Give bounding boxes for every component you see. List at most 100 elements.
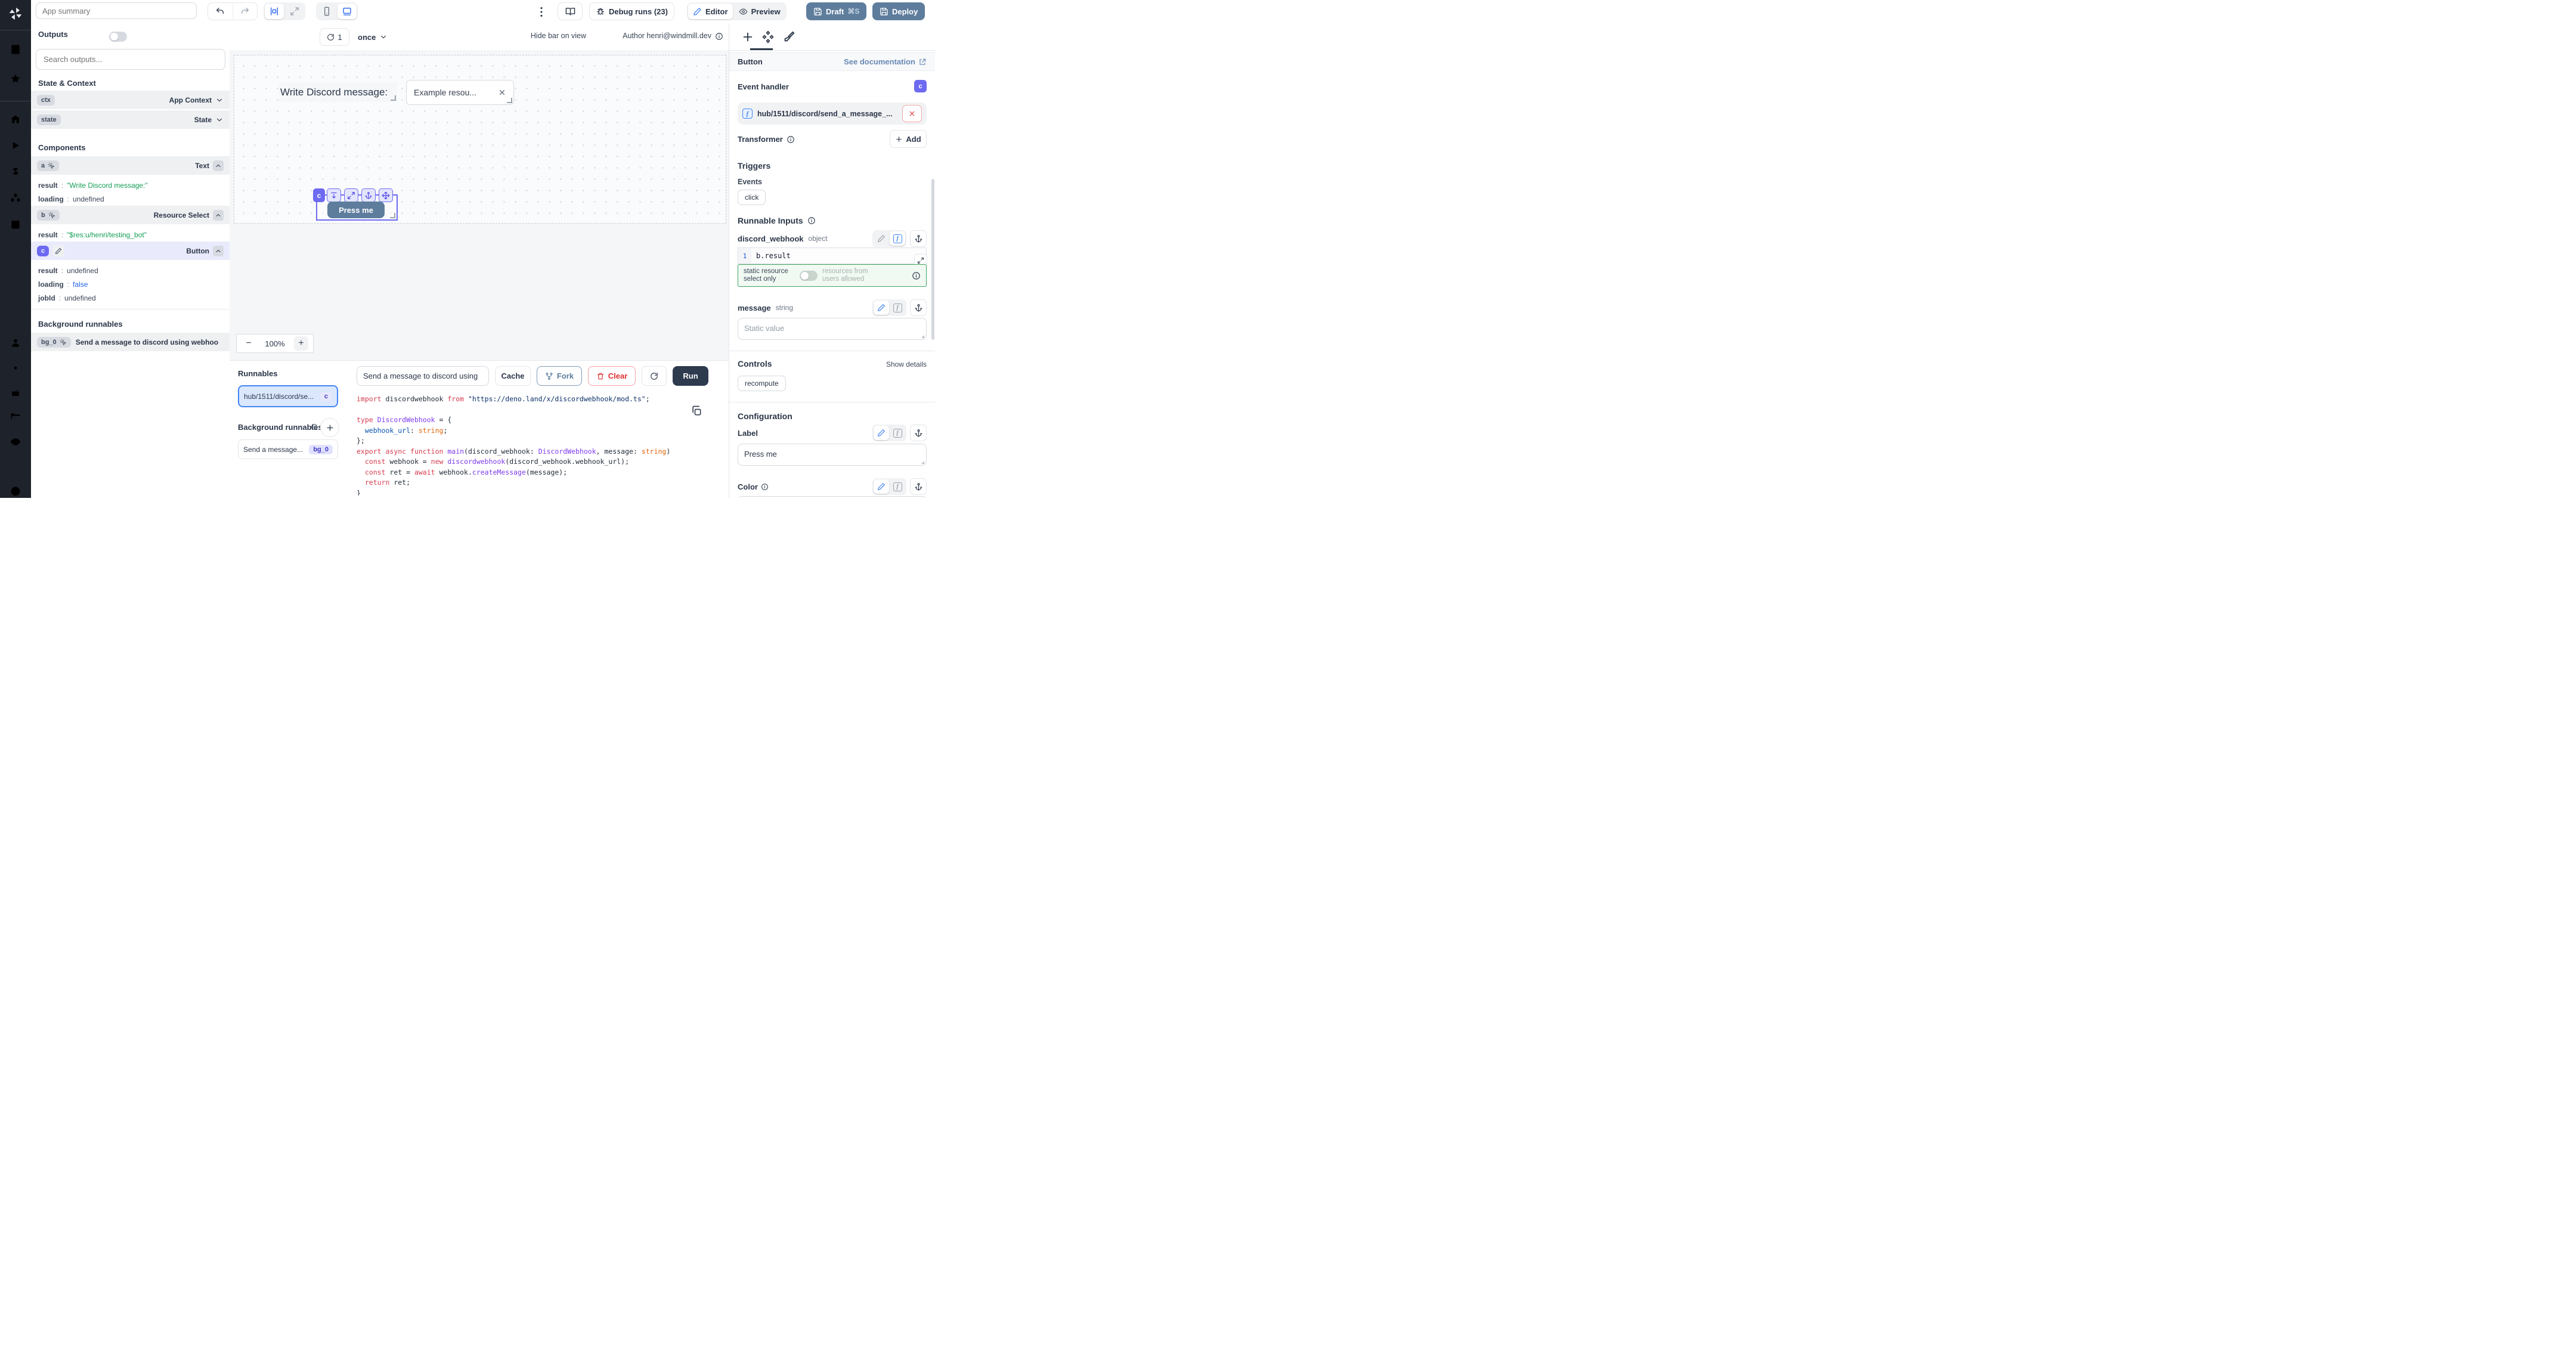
connect-input-icon[interactable] [910,478,927,495]
expand-component-icon[interactable] [344,188,358,202]
output-row-state[interactable]: state State [31,110,230,129]
tab-editor[interactable]: Editor [688,4,733,19]
debug-runs-button[interactable]: Debug runs (23) [589,2,674,20]
clear-select-icon[interactable] [498,88,506,97]
static-mode-icon[interactable] [874,231,889,246]
static-mode-icon[interactable] [874,301,889,315]
zoom-out-button[interactable]: − [242,336,256,351]
resize-handle[interactable] [391,95,396,101]
runs-icon[interactable] [10,140,21,154]
workspace-icon[interactable] [10,44,21,58]
resize-grip-icon[interactable] [919,459,925,464]
show-details-link[interactable]: Show details [886,360,927,368]
event-handler-row[interactable]: f hub/1511/discord/send_a_message_... [738,103,927,125]
tab-preview[interactable]: Preview [734,4,785,19]
static-mode-icon[interactable] [874,479,889,494]
background-runnable-item[interactable]: Send a message... bg_0 [238,439,338,459]
resource-mode-toggle[interactable] [800,271,818,281]
cache-button[interactable]: Cache [495,366,531,386]
label-input[interactable]: Press me [738,444,927,466]
message-static-input[interactable] [738,318,927,340]
output-row-ctx[interactable]: ctx App Context [31,91,230,110]
redo-button[interactable] [233,4,258,19]
add-background-runnable-button[interactable] [320,418,339,437]
component-row-b[interactable]: b Resource Select [31,206,230,225]
align-layout-button[interactable] [265,4,284,19]
connect-input-icon[interactable] [910,299,927,316]
collapse-b-button[interactable] [213,210,224,221]
anchor-icon[interactable] [361,188,376,202]
draft-button[interactable]: Draft ⌘S [806,2,866,20]
component-row-a[interactable]: a Text [31,156,230,175]
resize-handle[interactable] [390,213,395,218]
eval-mode-icon[interactable]: f [890,426,905,440]
fork-button[interactable]: Fork [537,366,582,386]
app-summary-input[interactable] [36,2,197,19]
component-settings-tab-icon[interactable] [761,30,775,44]
variables-icon[interactable] [10,166,21,181]
settings-icon[interactable] [10,362,21,377]
pencil-icon[interactable] [52,245,64,257]
docs-button[interactable] [558,2,583,20]
favorites-icon[interactable] [10,73,21,88]
insert-below-icon[interactable] [327,188,341,202]
schedules-icon[interactable] [10,218,21,233]
clear-button[interactable]: Clear [588,366,636,386]
fullscreen-layout-button[interactable] [285,4,304,19]
copy-code-icon[interactable] [691,405,702,417]
recompute-chip[interactable]: recompute [738,376,786,391]
app-canvas[interactable]: Write Discord message: Example resou... … [230,50,729,360]
resize-grip-icon[interactable] [919,333,925,339]
refresh-run-button[interactable] [642,366,667,386]
component-row-c[interactable]: c Button [31,241,230,261]
connect-input-icon[interactable] [910,425,927,441]
styling-tab-icon[interactable] [782,30,795,44]
more-menu-icon[interactable] [535,5,548,18]
run-button[interactable]: Run [673,366,708,386]
desktop-view-button[interactable] [338,4,357,19]
insert-component-tab-icon[interactable] [741,30,754,44]
info-icon[interactable] [807,216,816,225]
collapse-c-button[interactable] [213,246,224,256]
workers-icon[interactable] [10,387,21,402]
deploy-button[interactable]: Deploy [872,2,925,20]
background-runnable-row[interactable]: bg_0 Send a message to discord using web… [31,333,230,352]
resources-icon[interactable] [10,192,21,207]
info-icon[interactable] [715,32,723,41]
info-icon[interactable] [787,135,795,144]
refresh-count-button[interactable]: 1 [320,28,349,46]
button-component-selection[interactable]: c Press me [316,194,398,221]
windmill-logo[interactable] [8,6,23,24]
zoom-in-button[interactable]: + [294,336,308,351]
runnable-item-selected[interactable]: hub/1511/discord/se... c [238,385,338,407]
eval-mode-icon[interactable]: f [890,231,905,246]
press-me-button[interactable]: Press me [327,202,385,218]
audit-logs-icon[interactable] [10,436,21,451]
hide-bar-toggle[interactable] [109,32,127,42]
help-icon[interactable] [10,485,21,498]
collapse-a-button[interactable] [213,160,224,171]
run-mode-dropdown[interactable]: once [358,28,388,46]
search-outputs-input[interactable] [36,49,225,70]
event-click-chip[interactable]: click [738,190,766,205]
add-transformer-button[interactable]: Add [890,130,927,148]
info-icon[interactable] [311,423,318,431]
mobile-view-button[interactable] [317,4,336,19]
color-input[interactable] [738,496,927,498]
remove-handler-button[interactable] [902,105,922,122]
undo-button[interactable] [208,4,233,19]
see-documentation-link[interactable]: See documentation [844,57,927,66]
home-icon[interactable] [10,113,21,128]
expr-editor[interactable]: 1 b.result [738,247,927,264]
code-block[interactable]: import discordwebhook from "https://deno… [357,394,674,495]
text-component[interactable]: Write Discord message: [279,82,397,102]
info-icon[interactable] [761,483,769,491]
resource-select-component[interactable]: Example resou... [406,80,514,105]
move-icon[interactable] [379,188,393,202]
static-mode-icon[interactable] [874,426,889,440]
script-name-field[interactable]: Send a message to discord using [357,366,489,386]
connect-input-icon[interactable] [910,230,927,247]
info-icon[interactable] [912,271,921,280]
folders-icon[interactable] [10,411,21,426]
eval-mode-icon[interactable]: f [890,301,905,315]
